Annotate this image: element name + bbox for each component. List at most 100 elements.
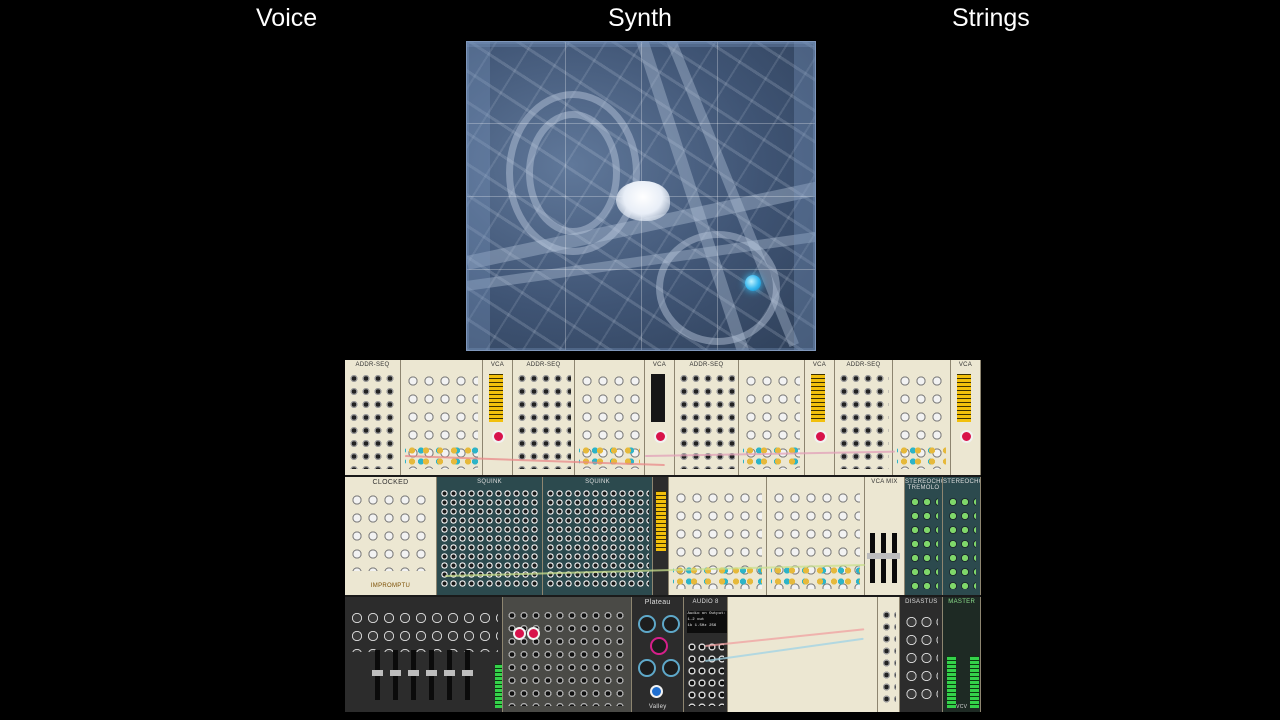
sequencer-module bbox=[893, 360, 951, 475]
level-meter bbox=[495, 664, 502, 708]
meter-module bbox=[653, 477, 669, 595]
module-title: MASTER bbox=[948, 599, 976, 605]
squink-module: SQUINK bbox=[437, 477, 543, 595]
channel-fader[interactable] bbox=[878, 533, 889, 583]
knob[interactable] bbox=[661, 615, 680, 633]
level-meter bbox=[651, 374, 665, 422]
output-jack[interactable] bbox=[960, 430, 973, 443]
addr-seq-module: ADDR-SEQ bbox=[835, 360, 893, 475]
squink-module: SQUINK bbox=[543, 477, 653, 595]
level-meter bbox=[811, 374, 825, 422]
module-brand: Valley bbox=[648, 704, 667, 710]
mixer-strip-module bbox=[345, 597, 503, 712]
level-meter bbox=[947, 656, 957, 708]
channel-fader[interactable] bbox=[867, 533, 878, 583]
channel-fader[interactable] bbox=[462, 650, 473, 700]
vca-module: VCA bbox=[645, 360, 675, 475]
knob-grid[interactable] bbox=[909, 495, 938, 589]
module-rack: ADDR-SEQ VCA ADDR-SEQ VCA ADDR-SEQ VCA A… bbox=[345, 360, 981, 712]
knob[interactable] bbox=[649, 637, 668, 655]
vca-mix-module: VCA MIX bbox=[865, 477, 905, 595]
vca-module: VCA bbox=[805, 360, 835, 475]
channel-fader[interactable] bbox=[444, 650, 455, 700]
knob[interactable] bbox=[637, 659, 656, 677]
module-title: VCA bbox=[652, 362, 667, 368]
xy-pad[interactable] bbox=[466, 41, 816, 351]
module-title: SQUINK bbox=[477, 479, 502, 485]
mixer-module bbox=[767, 477, 865, 595]
module-brand: VCV bbox=[956, 704, 968, 710]
disastus-module: DISASTUS bbox=[900, 597, 944, 712]
mixer-module bbox=[669, 477, 767, 595]
jack-grid[interactable] bbox=[505, 609, 628, 706]
level-meter bbox=[489, 374, 503, 422]
knob[interactable] bbox=[637, 615, 656, 633]
module-title: VCA bbox=[490, 362, 505, 368]
jack-grid[interactable] bbox=[838, 372, 889, 469]
cv-jacks[interactable] bbox=[897, 445, 946, 467]
sequencer-module bbox=[575, 360, 645, 475]
channel-fader[interactable] bbox=[889, 533, 900, 583]
cv-jacks[interactable] bbox=[743, 445, 800, 467]
strings-label: Strings bbox=[952, 4, 1030, 32]
knob-grid[interactable] bbox=[904, 613, 939, 706]
knob-grid[interactable] bbox=[349, 491, 432, 571]
level-meter bbox=[957, 374, 971, 422]
module-title: Plateau bbox=[644, 599, 671, 606]
send-jack[interactable] bbox=[512, 627, 526, 640]
jack-grid[interactable] bbox=[546, 489, 649, 589]
voice-label: Voice bbox=[256, 4, 318, 32]
output-jack[interactable] bbox=[492, 430, 505, 443]
rack-row-3: Plateau Valley AUDIO 8 Audio on Output: … bbox=[345, 597, 981, 712]
audio-rate-text: 1k 1.5Hz 256 bbox=[687, 624, 717, 628]
send-jack[interactable] bbox=[526, 627, 540, 640]
jack-grid[interactable] bbox=[516, 372, 571, 469]
output-module bbox=[877, 597, 901, 712]
vca-module: VCA bbox=[951, 360, 981, 475]
module-title: STEREOCHORUS bbox=[943, 479, 980, 485]
jack-grid[interactable] bbox=[687, 641, 724, 706]
module-title: VCA MIX bbox=[871, 479, 898, 485]
output-jack[interactable] bbox=[814, 430, 827, 443]
knob-grid[interactable] bbox=[349, 609, 498, 652]
expander-module bbox=[502, 597, 632, 712]
module-title: VCA bbox=[958, 362, 973, 368]
output-jack[interactable] bbox=[649, 685, 663, 698]
module-brand: IMPROMPTU bbox=[370, 583, 411, 589]
module-title: ADDR-SEQ bbox=[526, 362, 561, 368]
level-meter bbox=[656, 491, 666, 551]
module-title: ADDR-SEQ bbox=[846, 362, 881, 368]
module-title: VCA bbox=[812, 362, 827, 368]
module-title: ADDR-SEQ bbox=[689, 362, 724, 368]
jack-grid[interactable] bbox=[348, 372, 397, 469]
module-title: SQUINK bbox=[585, 479, 610, 485]
level-meter bbox=[970, 656, 980, 708]
channel-fader[interactable] bbox=[408, 650, 419, 700]
addr-seq-module: ADDR-SEQ bbox=[675, 360, 739, 475]
sequencer-module bbox=[739, 360, 805, 475]
channel-fader[interactable] bbox=[426, 650, 437, 700]
channel-fader[interactable] bbox=[372, 650, 383, 700]
addr-seq-module: ADDR-SEQ bbox=[345, 360, 401, 475]
audio-device-text: Audio on Output: 1-2 out bbox=[687, 612, 726, 622]
module-title: ADDR-SEQ bbox=[355, 362, 390, 368]
channel-fader[interactable] bbox=[390, 650, 401, 700]
audio-device-display[interactable]: Audio on Output: 1-2 out 1k 1.5Hz 256 bbox=[687, 611, 727, 633]
cv-jacks[interactable] bbox=[771, 565, 860, 587]
pad-frame bbox=[466, 41, 816, 351]
knob[interactable] bbox=[661, 659, 680, 677]
module-title: DISASTUS bbox=[905, 599, 938, 605]
plateau-module: Plateau Valley bbox=[631, 597, 685, 712]
output-jack[interactable] bbox=[654, 430, 667, 443]
module-title: AUDIO 8 bbox=[692, 599, 719, 605]
stereo-chorus-module: STEREOCHORUS TREMOLO bbox=[905, 477, 943, 595]
clocked-module: CLOCKED IMPROMPTU bbox=[345, 477, 437, 595]
knob-grid[interactable] bbox=[947, 495, 976, 589]
xy-cursor[interactable] bbox=[745, 275, 761, 291]
addr-seq-module: ADDR-SEQ bbox=[513, 360, 575, 475]
module-title: CLOCKED bbox=[372, 479, 409, 486]
master-module: MASTER VCV bbox=[943, 597, 981, 712]
stereo-chorus-module: STEREOCHORUS bbox=[943, 477, 981, 595]
module-title: STEREOCHORUS TREMOLO bbox=[905, 479, 942, 491]
jack-grid[interactable] bbox=[880, 609, 897, 706]
